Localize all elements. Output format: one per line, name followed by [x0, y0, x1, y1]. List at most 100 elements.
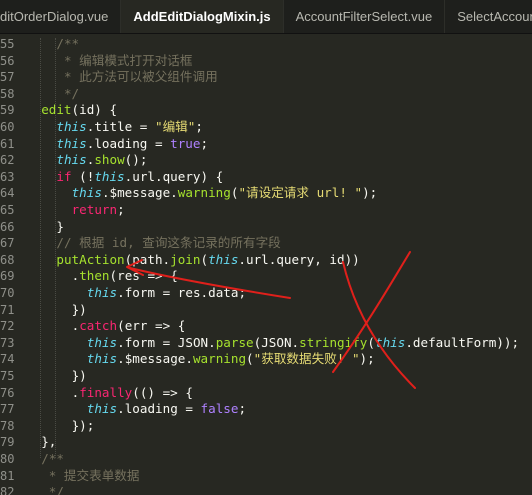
code-line[interactable]: 59 edit(id) {: [0, 102, 532, 119]
line-number: 79: [0, 435, 15, 450]
code-editor[interactable]: 55/** 56 * 编辑模式打开对话框 57 * 此方法可以被父组件调用 58 */…: [0, 34, 532, 495]
code-token: }): [71, 368, 87, 383]
code-line[interactable]: 55 /**: [0, 36, 532, 53]
line-code: });: [72, 418, 95, 435]
code-token: .form = res.data;: [117, 285, 247, 300]
line-code: * 此方法可以被父组件调用: [56, 69, 218, 86]
code-line[interactable]: 77 this.loading = false;: [0, 401, 532, 418]
code-line[interactable]: 70 this.form = res.data;: [0, 285, 532, 302]
line-code: this.form = JSON.parse(JSON.stringify(th…: [87, 335, 519, 352]
line-number: 73: [0, 335, 15, 350]
line-number: 76: [0, 385, 15, 400]
line-number: 78: [0, 418, 15, 433]
code-token: */: [41, 484, 64, 495]
line-number: 80: [0, 452, 15, 466]
code-line[interactable]: 65 return;: [0, 202, 532, 219]
code-token: this: [86, 351, 118, 367]
code-line[interactable]: 69 .then(res => {: [0, 268, 532, 285]
code-line[interactable]: 73 this.form = JSON.parse(JSON.stringify(…: [0, 335, 532, 352]
line-number: 75: [0, 369, 15, 383]
code-token: join: [170, 251, 201, 267]
line-number: 68: [0, 252, 15, 267]
line-number: 66: [0, 219, 15, 234]
line-code: this.loading = true;: [56, 136, 208, 153]
code-token: this: [56, 152, 87, 168]
line-number: 69: [0, 269, 15, 284]
code-line[interactable]: 62 this.show();: [0, 152, 532, 169]
code-token: stringify: [299, 334, 368, 350]
code-token: .$message.: [101, 185, 178, 201]
code-line[interactable]: 64 this.$message.warning("请设定请求 url! ");: [0, 185, 532, 202]
code-token: show: [94, 152, 125, 168]
code-token: (: [246, 351, 254, 367]
line-number: 70: [0, 286, 15, 300]
line-code: }: [56, 219, 64, 236]
code-line[interactable]: 66}: [0, 219, 532, 236]
tab-2[interactable]: AccountFilterSelect.vue: [284, 0, 446, 33]
code-line[interactable]: 79},: [0, 434, 532, 451]
line-code: * 提交表单数据: [41, 467, 140, 485]
code-token: catch: [79, 318, 118, 334]
code-line[interactable]: 67 // 根据 id, 查询这条记录的所有字段: [0, 235, 532, 252]
code-line[interactable]: 56 * 编辑模式打开对话框: [0, 53, 532, 70]
tab-3[interactable]: SelectAccount.vue: [445, 0, 532, 33]
code-token: .form = JSON.: [117, 334, 216, 350]
line-code: */: [41, 484, 64, 495]
code-token: this: [374, 334, 406, 350]
code-line[interactable]: 78});: [0, 418, 532, 435]
code-line[interactable]: 72 .catch(err => {: [0, 318, 532, 335]
code-token: this: [71, 185, 102, 201]
code-line[interactable]: 68 putAction(path.join(this.url.query, id…: [0, 252, 532, 269]
code-line[interactable]: 81 * 提交表单数据: [0, 468, 532, 485]
code-token: this: [56, 119, 87, 134]
code-token: (id) {: [71, 102, 118, 118]
line-number: 71: [0, 302, 15, 317]
line-code: // 根据 id, 查询这条记录的所有字段: [56, 235, 280, 252]
code-token: * 提交表单数据: [41, 467, 140, 483]
code-line[interactable]: 76 .finally(() => {: [0, 385, 532, 402]
code-line[interactable]: 58 */: [0, 86, 532, 103]
code-token: );: [359, 351, 375, 367]
code-line[interactable]: 82 */: [0, 484, 532, 495]
line-code: this.$message.warning("获取数据失败! ");: [87, 351, 375, 368]
code-token: .loading =: [117, 401, 201, 417]
code-token: .$message.: [117, 351, 193, 367]
line-number: 57: [0, 70, 15, 85]
code-line[interactable]: 60 this.title = "编辑";: [0, 119, 532, 136]
line-code: this.show();: [56, 152, 147, 169]
code-token: (JSON.: [253, 334, 300, 350]
code-token: ();: [124, 152, 148, 168]
line-number: 81: [0, 468, 15, 483]
code-line[interactable]: 75}): [0, 368, 532, 385]
code-line[interactable]: 74 this.$message.warning("获取数据失败! ");: [0, 351, 532, 368]
code-line[interactable]: 71}): [0, 302, 532, 319]
code-line[interactable]: 57 * 此方法可以被父组件调用: [0, 69, 532, 86]
tab-1[interactable]: AddEditDialogMixin.js: [121, 0, 284, 33]
line-code: return;: [72, 202, 125, 219]
line-code: this.title = "编辑";: [56, 119, 203, 136]
code-token: "获取数据失败! ": [253, 351, 360, 367]
code-token: this: [86, 401, 118, 417]
line-number: 74: [0, 352, 15, 367]
code-token: .title =: [86, 119, 155, 134]
code-token: false: [200, 401, 239, 417]
code-token: this: [208, 251, 239, 267]
code-token: this: [56, 135, 87, 151]
indent-guide: [40, 38, 41, 458]
line-code: /**: [41, 451, 64, 468]
line-code: }): [72, 368, 87, 385]
indent-guide: [55, 38, 56, 458]
code-line[interactable]: 80 /**: [0, 451, 532, 468]
code-line[interactable]: 61 this.loading = true;: [0, 136, 532, 153]
code-token: */: [56, 85, 80, 101]
line-code: .then(res => {: [72, 268, 178, 285]
tab-bar: ditOrderDialog.vue AddEditDialogMixin.js A…: [0, 0, 532, 34]
code-token: this: [86, 334, 118, 350]
code-token: (() => {: [132, 384, 193, 400]
tab-0[interactable]: ditOrderDialog.vue: [0, 0, 122, 33]
code-token: this: [94, 168, 125, 184]
code-token: return: [71, 202, 118, 217]
line-code: putAction(path.join(this.url.query, id)): [56, 252, 359, 269]
code-token: // 根据 id, 查询这条记录的所有字段: [56, 235, 281, 251]
code-line[interactable]: 63 if (!this.url.query) {: [0, 169, 532, 186]
